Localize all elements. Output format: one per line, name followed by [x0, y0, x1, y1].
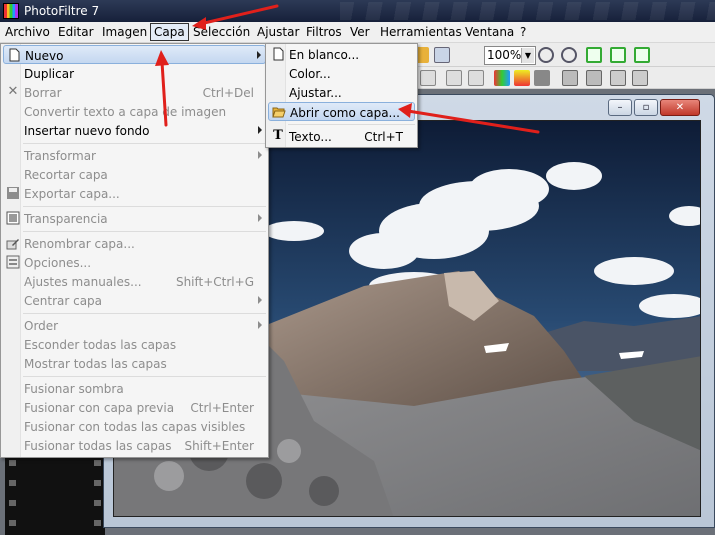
submenu-item-ajustar[interactable]: Ajustar...: [268, 83, 415, 102]
actual-size-icon[interactable]: [610, 47, 626, 63]
zoom-out-icon[interactable]: [561, 47, 577, 63]
menu-editar[interactable]: Editar: [58, 25, 94, 39]
minimize-button[interactable]: –: [608, 99, 632, 116]
blank-page-icon: [273, 47, 284, 61]
window-title: PhotoFiltre 7: [24, 4, 100, 18]
close-button[interactable]: ✕: [660, 99, 700, 116]
menu-help[interactable]: ?: [520, 25, 526, 39]
menu-ajustar[interactable]: Ajustar: [257, 25, 299, 39]
menu-herramientas[interactable]: Herramientas: [380, 25, 462, 39]
text-t-icon: T: [273, 128, 283, 143]
menu-item-transparencia[interactable]: Transparencia: [3, 209, 266, 228]
menu-seleccion[interactable]: Selección: [193, 25, 250, 39]
drop-icon[interactable]: [420, 70, 436, 86]
full-screen-icon[interactable]: [634, 47, 650, 63]
rename-pencil-icon: [6, 239, 19, 250]
submenu-item-en-blanco[interactable]: En blanco...: [268, 45, 415, 64]
submenu-item-abrir-como-capa[interactable]: Abrir como capa...: [268, 102, 415, 121]
menu-item-duplicar[interactable]: Duplicar: [3, 64, 266, 83]
menu-item-transformar[interactable]: Transformar: [3, 146, 266, 165]
menu-item-opciones[interactable]: Opciones...: [3, 253, 266, 272]
open-folder-icon: [272, 107, 286, 118]
options-icon: [6, 255, 20, 269]
menu-item-recortar[interactable]: Recortar capa: [3, 165, 266, 184]
zoom-select[interactable]: 100% ▼: [484, 46, 536, 65]
menu-ver[interactable]: Ver: [350, 25, 370, 39]
menu-item-fusionar-visibles[interactable]: Fusionar con todas las capas visibles: [3, 417, 266, 436]
transparency-icon: [6, 211, 20, 225]
menu-item-fusionar-sombra[interactable]: Fusionar sombra: [3, 379, 266, 398]
title-bar-glass: [340, 2, 715, 20]
menu-item-fusionar-todas[interactable]: Fusionar todas las capas Shift+Enter: [3, 436, 266, 455]
menu-filtros[interactable]: Filtros: [306, 25, 342, 39]
maximize-button[interactable]: ▫: [634, 99, 658, 116]
menu-bar: Archivo Editar Imagen Capa Selección Aju…: [0, 22, 715, 43]
menu-capa[interactable]: Capa: [150, 23, 189, 41]
window-icon[interactable]: [434, 47, 450, 63]
menu-item-nuevo[interactable]: Nuevo: [3, 45, 266, 64]
menu-item-centrar[interactable]: Centrar capa: [3, 291, 266, 310]
menu-item-exportar[interactable]: Exportar capa...: [3, 184, 266, 203]
menu-item-mostrar[interactable]: Mostrar todas las capas: [3, 354, 266, 373]
sharpen-icon[interactable]: [446, 70, 462, 86]
submenu-item-texto[interactable]: T Texto... Ctrl+T: [268, 127, 415, 146]
menu-ventana[interactable]: Ventana: [465, 25, 514, 39]
menu-item-convertir-texto[interactable]: Convertir texto a capa de imagen: [3, 102, 266, 121]
new-layer-icon: [9, 48, 20, 62]
title-bar: PhotoFiltre 7: [0, 0, 715, 22]
scan-icon[interactable]: [586, 70, 602, 86]
menu-item-renombrar[interactable]: Renombrar capa...: [3, 234, 266, 253]
grayscale-icon[interactable]: [534, 70, 550, 86]
fit-image-icon[interactable]: [586, 47, 602, 63]
zoom-in-icon[interactable]: [538, 47, 554, 63]
menu-archivo[interactable]: Archivo: [5, 25, 50, 39]
nuevo-submenu: En blanco... Color... Ajustar... Abrir c…: [265, 43, 418, 148]
menu-item-fusionar-previa[interactable]: Fusionar con capa previa Ctrl+Enter: [3, 398, 266, 417]
submenu-item-color[interactable]: Color...: [268, 64, 415, 83]
menu-imagen[interactable]: Imagen: [102, 25, 147, 39]
export-icon[interactable]: [610, 70, 626, 86]
chevron-down-icon[interactable]: ▼: [521, 48, 534, 63]
import-icon[interactable]: [632, 70, 648, 86]
menu-item-order[interactable]: Order: [3, 316, 266, 335]
save-disk-icon: [7, 187, 19, 199]
menu-item-insertar-fondo[interactable]: Insertar nuevo fondo: [3, 121, 266, 140]
contrast-icon[interactable]: [468, 70, 484, 86]
photofiltre-app-icon: [3, 3, 19, 19]
capa-menu: Nuevo Duplicar ✕ Borrar Ctrl+Del Converti…: [0, 43, 269, 458]
print-icon[interactable]: [562, 70, 578, 86]
zoom-value: 100%: [487, 48, 522, 62]
delete-x-icon: ✕: [7, 84, 19, 99]
color-balance-icon[interactable]: [514, 70, 530, 86]
menu-item-borrar[interactable]: ✕ Borrar Ctrl+Del: [3, 83, 266, 102]
menu-item-ajustes-manuales[interactable]: Ajustes manuales... Shift+Ctrl+G: [3, 272, 266, 291]
menu-item-esconder[interactable]: Esconder todas las capas: [3, 335, 266, 354]
rgb-icon[interactable]: [494, 70, 510, 86]
